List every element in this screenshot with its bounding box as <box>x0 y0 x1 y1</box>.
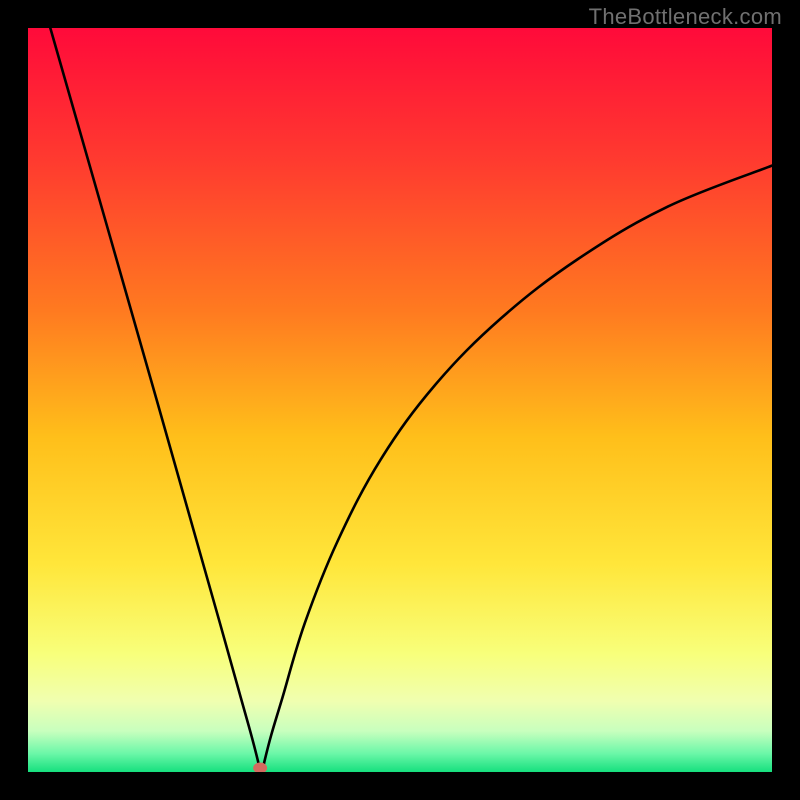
chart-frame: TheBottleneck.com <box>0 0 800 800</box>
gradient-background <box>28 28 772 772</box>
plot-area <box>28 28 772 772</box>
watermark-text: TheBottleneck.com <box>589 4 782 30</box>
bottleneck-chart <box>28 28 772 772</box>
